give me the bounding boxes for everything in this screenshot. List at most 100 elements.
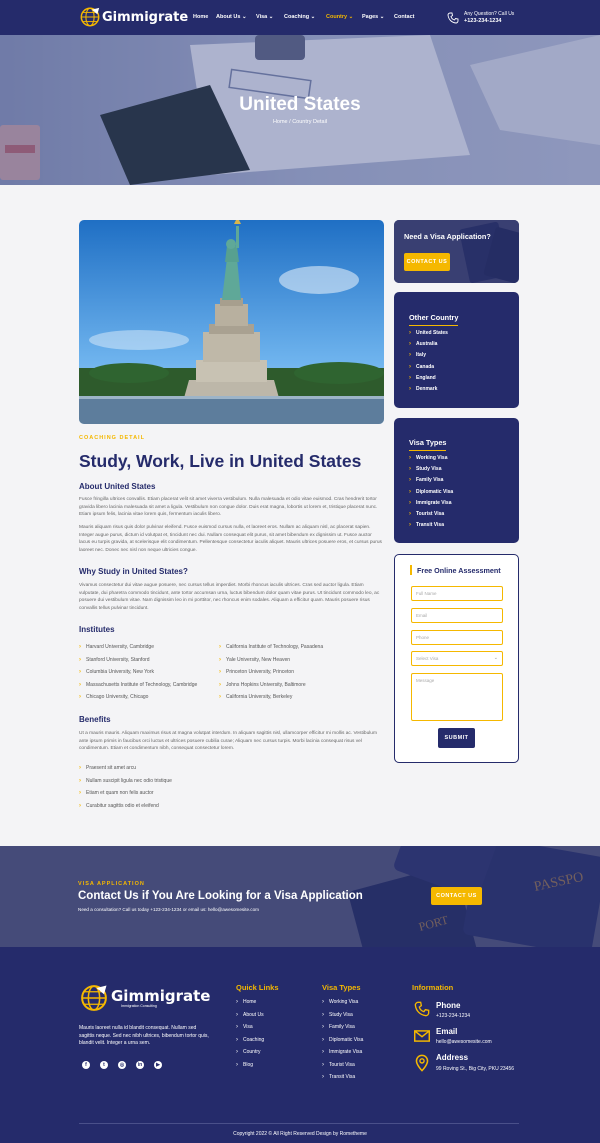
- header-contact[interactable]: Any Question? Call Us +123-234-1234: [447, 11, 514, 25]
- linkedin-icon[interactable]: in: [136, 1061, 144, 1069]
- footer-visa-link[interactable]: › Diplomatic Visa: [322, 1034, 402, 1047]
- benefit-item-label: Praesent sit amet arcu: [86, 765, 137, 772]
- footer-quick-link[interactable]: › Country: [236, 1046, 316, 1059]
- why-heading: Why Study in United States?: [79, 567, 188, 576]
- nav-item-label: About Us: [216, 14, 241, 20]
- chevron-right-icon: ›: [322, 1024, 324, 1031]
- chevron-right-icon: ›: [409, 522, 411, 529]
- footer-quick-link[interactable]: › Visa: [236, 1021, 316, 1034]
- footer-logo[interactable]: Gimmigrate Immigration Consulting: [79, 983, 210, 1013]
- about-paragraph-2: Mauris aliquam risus quis dolor pulvinar…: [79, 525, 382, 553]
- submit-button[interactable]: SUBMIT: [438, 728, 475, 748]
- footer-quick-link[interactable]: › Home: [236, 996, 316, 1009]
- cta-contact-button[interactable]: CONTACT US: [431, 887, 482, 905]
- benefits-paragraph: Ut a mauris mauris. Aliquam maximus risu…: [79, 731, 377, 752]
- chevron-right-icon: ›: [236, 999, 238, 1006]
- footer-quick-link[interactable]: › Blog: [236, 1059, 316, 1072]
- nav-item-label: Pages: [362, 14, 379, 20]
- visa-type-link[interactable]: › Transit Visa: [409, 520, 509, 531]
- country-link-label: United States: [416, 329, 448, 336]
- location-pin-icon: [415, 1054, 429, 1072]
- twitter-icon[interactable]: t: [100, 1061, 108, 1069]
- footer-phone: +123-234-1234: [436, 1013, 471, 1019]
- country-link[interactable]: › United States: [409, 327, 509, 338]
- email-input[interactable]: Email: [411, 608, 503, 623]
- phone-icon: [414, 1001, 430, 1017]
- chevron-right-icon: ›: [79, 644, 81, 651]
- footer-about: Mauris laoreet nulla id blandit consequa…: [79, 1025, 209, 1046]
- footer-visa-link-label: Immigrate Visa: [329, 1049, 363, 1056]
- main-title: Study, Work, Live in United States: [79, 451, 362, 471]
- phone-input[interactable]: Phone: [411, 630, 503, 645]
- footer-visa-link[interactable]: › Immigrate Visa: [322, 1046, 402, 1059]
- footer-visa-link[interactable]: › Tourist Visa: [322, 1059, 402, 1072]
- institute-item-label: Johns Hopkins University, Baltimore: [226, 681, 306, 688]
- nav-item-contact[interactable]: Contact: [394, 14, 414, 20]
- nav-item-label: Coaching: [284, 14, 310, 20]
- full-name-input[interactable]: Full Name: [411, 586, 503, 601]
- country-link[interactable]: › Italy: [409, 350, 509, 361]
- chevron-right-icon: ›: [409, 340, 411, 347]
- visa-type-link[interactable]: › Diplomatic Visa: [409, 486, 509, 497]
- nav-item-home[interactable]: Home: [193, 14, 208, 20]
- footer-visa-link[interactable]: › Transit Visa: [322, 1071, 402, 1084]
- chevron-down-icon: ⌄: [378, 14, 385, 20]
- youtube-icon[interactable]: ▶: [154, 1061, 162, 1069]
- chevron-right-icon: ›: [79, 777, 81, 784]
- chevron-right-icon: ›: [236, 1061, 238, 1068]
- about-heading: About United States: [79, 482, 156, 491]
- visa-type-link[interactable]: › Immigrate Visa: [409, 497, 509, 508]
- nav-item-country[interactable]: Country ⌄: [326, 14, 353, 20]
- footer-quick-link[interactable]: › About Us: [236, 1009, 316, 1022]
- nav-item-about-us[interactable]: About Us ⌄: [216, 14, 247, 20]
- footer-visa-link[interactable]: › Study Visa: [322, 1009, 402, 1022]
- country-link[interactable]: › Australia: [409, 338, 509, 349]
- other-country-box: Other Country › United States › Australia › I…: [394, 292, 519, 408]
- benefits-list: › Praesent sit amet arcu › Nullam suscipit …: [79, 762, 384, 812]
- logo[interactable]: Gimmigrate: [79, 6, 188, 28]
- chevron-down-icon: ⌄: [347, 14, 354, 20]
- visa-select[interactable]: Select Visa ⌄: [411, 651, 503, 666]
- chevron-right-icon: ›: [409, 352, 411, 359]
- country-link-label: England: [416, 374, 436, 381]
- visa-select-value: Select Visa: [416, 656, 439, 661]
- chevron-right-icon: ›: [219, 644, 221, 651]
- information-title: Information: [412, 983, 454, 992]
- visa-type-link[interactable]: › Tourist Visa: [409, 508, 509, 519]
- visa-box-contact-button[interactable]: CONTACT US: [404, 253, 450, 271]
- chevron-right-icon: ›: [409, 329, 411, 336]
- chevron-right-icon: ›: [409, 386, 411, 393]
- institute-item-label: California University, Berkeley: [226, 694, 293, 701]
- footer-visa-link-label: Study Visa: [329, 1011, 353, 1018]
- visa-type-link-label: Study Visa: [416, 465, 442, 472]
- page-title: United States: [239, 94, 361, 115]
- nav-item-visa[interactable]: Visa ⌄: [256, 14, 273, 20]
- instagram-icon[interactable]: ◎: [118, 1061, 126, 1069]
- chevron-right-icon: ›: [79, 765, 81, 772]
- country-link[interactable]: › Canada: [409, 361, 509, 372]
- country-link[interactable]: › Denmark: [409, 383, 509, 394]
- chevron-right-icon: ›: [322, 1061, 324, 1068]
- footer-quick-link[interactable]: › Coaching: [236, 1034, 316, 1047]
- visa-type-link-label: Immigrate Visa: [416, 499, 452, 506]
- footer-visa-link[interactable]: › Working Visa: [322, 996, 402, 1009]
- country-link[interactable]: › England: [409, 372, 509, 383]
- visa-types-box: Visa Types › Working Visa › Study Visa › Fami…: [394, 418, 519, 543]
- visa-type-link[interactable]: › Family Visa: [409, 475, 509, 486]
- visa-type-link-label: Working Visa: [416, 454, 448, 461]
- quick-links-list: › Home › About Us › Visa › Coaching › Country › Blo…: [236, 996, 316, 1071]
- footer-quick-link-label: Blog: [243, 1061, 254, 1068]
- visa-type-link[interactable]: › Study Visa: [409, 463, 509, 474]
- footer-visa-link[interactable]: › Family Visa: [322, 1021, 402, 1034]
- chevron-right-icon: ›: [409, 363, 411, 370]
- message-textarea[interactable]: Message: [411, 673, 503, 721]
- visa-application-box: Need a Visa Application? CONTACT US: [394, 220, 519, 283]
- country-link-label: Italy: [416, 352, 427, 359]
- visa-type-link[interactable]: › Working Visa: [409, 452, 509, 463]
- chevron-right-icon: ›: [79, 681, 81, 688]
- form-title-accent: [410, 565, 412, 575]
- nav-item-pages[interactable]: Pages ⌄: [362, 14, 384, 20]
- nav-item-coaching[interactable]: Coaching ⌄: [284, 14, 315, 20]
- facebook-icon[interactable]: f: [82, 1061, 90, 1069]
- institute-item: › California Institute of Technology, Pas…: [219, 641, 384, 654]
